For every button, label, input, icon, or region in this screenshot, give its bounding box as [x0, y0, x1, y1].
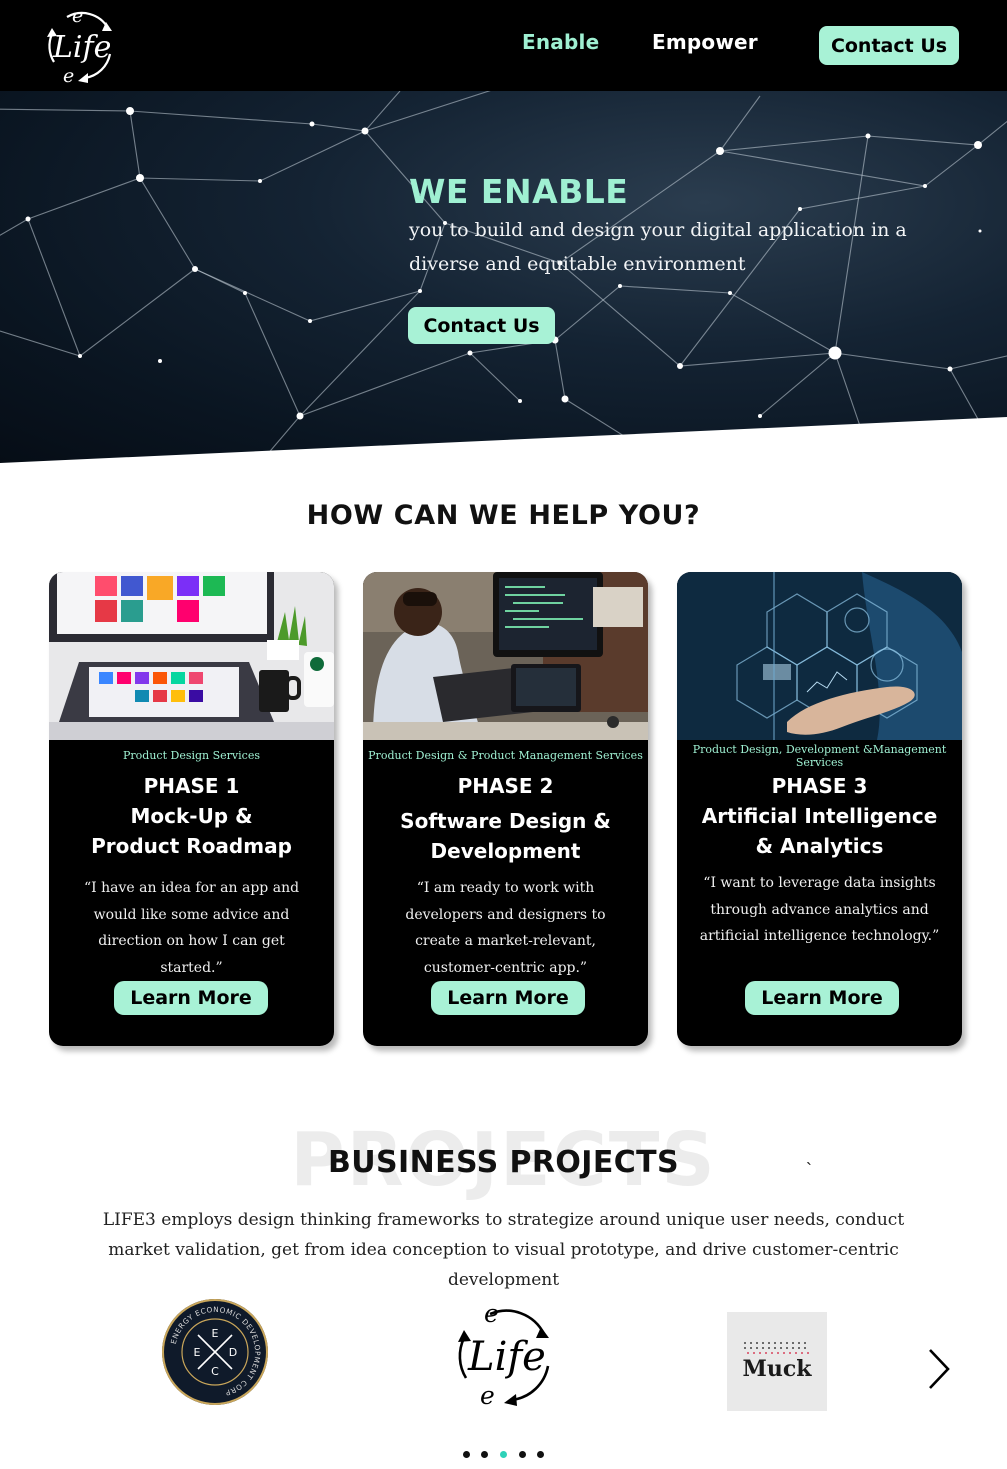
chevron-right-icon[interactable] — [922, 1346, 954, 1392]
carousel-dot[interactable] — [481, 1451, 488, 1458]
card-title: PHASE 2 Software Design & Development — [400, 774, 611, 863]
life3-project-logo[interactable]: e Life e — [452, 1300, 556, 1410]
phase-3-card: Product Design, Development &Management … — [677, 572, 962, 1046]
business-projects-title: BUSINESS PROJECTS — [327, 1145, 680, 1180]
card-subtitle: Product Design & Product Management Serv… — [368, 749, 643, 762]
learn-more-button[interactable]: Learn More — [114, 981, 268, 1015]
help-section-title: HOW CAN WE HELP YOU? — [306, 500, 701, 531]
top-nav: e Life e Enable Empower Contact Us — [0, 0, 1007, 91]
svg-text:e: e — [480, 1381, 495, 1410]
svg-text:D: D — [229, 1346, 237, 1359]
muck-dots-graphic — [744, 1342, 809, 1354]
hero-contact-button[interactable]: Contact Us — [408, 307, 555, 344]
developer-at-desk-image — [363, 572, 648, 740]
life3-logo[interactable]: e Life e — [40, 4, 122, 86]
carousel-dot[interactable] — [519, 1451, 526, 1458]
svg-text:C: C — [211, 1365, 219, 1378]
svg-text:Life: Life — [467, 1334, 546, 1380]
card-subtitle: Product Design, Development &Management … — [692, 743, 947, 769]
card-title: PHASE 1 Mock-Up & Product Roadmap — [91, 774, 292, 858]
card-quote: “I want to leverage data insights throug… — [699, 875, 940, 944]
svg-text:e: e — [72, 5, 83, 27]
svg-text:e: e — [63, 65, 74, 86]
nav-link-enable[interactable]: Enable — [522, 30, 599, 54]
carousel-dot[interactable] — [537, 1451, 544, 1458]
card-title: PHASE 3 Artificial Intelligence & Analyt… — [701, 774, 938, 858]
learn-more-button[interactable]: Learn More — [745, 981, 899, 1015]
svg-text:E: E — [194, 1346, 201, 1359]
card-subtitle: Product Design Services — [123, 749, 260, 762]
phase-2-card: Product Design & Product Management Serv… — [363, 572, 648, 1046]
svg-text:e: e — [484, 1300, 499, 1328]
carousel-dots — [460, 1449, 550, 1463]
laptop-design-image — [49, 572, 334, 740]
nav-contact-button[interactable]: Contact Us — [819, 26, 959, 65]
ai-analytics-image — [677, 572, 962, 740]
stray-mark: ` — [806, 1160, 812, 1180]
card-quote: “I am ready to work with developers and … — [405, 880, 606, 976]
phase-1-card: Product Design Services PHASE 1 Mock-Up … — [49, 572, 334, 1046]
nav-link-empower[interactable]: Empower — [652, 30, 758, 54]
learn-more-button[interactable]: Learn More — [431, 981, 585, 1015]
hero-text: you to build and design your digital app… — [409, 219, 907, 275]
card-quote: “I have an idea for an app and would lik… — [83, 880, 300, 976]
projects-description: LIFE3 employs design thinking frameworks… — [102, 1210, 905, 1290]
svg-text:Life: Life — [52, 30, 111, 65]
carousel-dot[interactable] — [463, 1451, 470, 1458]
eedc-logo[interactable]: ENERGY ECONOMIC DEVELOPMENT CORP E E D C — [160, 1297, 270, 1407]
hero-title: WE ENABLE — [409, 172, 629, 211]
svg-text:E: E — [212, 1327, 219, 1340]
muck-logo-text: Muck — [742, 1356, 812, 1382]
carousel-dot-active[interactable] — [500, 1451, 507, 1458]
muck-logo[interactable]: Muck — [727, 1312, 827, 1411]
